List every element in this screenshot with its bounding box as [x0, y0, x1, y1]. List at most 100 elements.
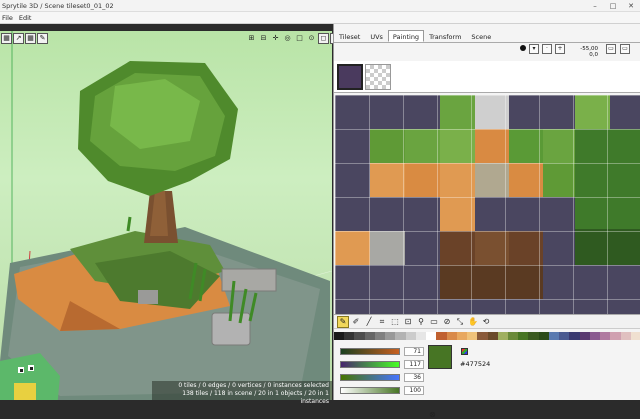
viewport-toolbar-left: ▦ ↗ ▦ ✎ — [0, 33, 48, 46]
menu-edit[interactable]: Edit — [19, 14, 32, 22]
rotate-icon[interactable]: ◎ — [282, 33, 293, 44]
red-value[interactable]: 71 — [404, 347, 424, 356]
color-mode-icon[interactable] — [461, 348, 468, 355]
palette-swatch[interactable] — [354, 332, 365, 340]
palette-swatch[interactable] — [559, 332, 570, 340]
frame-button[interactable]: ◻ — [318, 33, 329, 44]
palette-swatch[interactable] — [334, 332, 345, 340]
palette-swatch[interactable] — [446, 332, 457, 340]
title-bar: Sprytile 3D / Scene tileset0_01_02 – □ ✕ — [0, 0, 640, 12]
menu-bar: File Edit — [0, 12, 640, 24]
option-button[interactable]: · — [542, 44, 552, 54]
palette-swatch[interactable] — [548, 332, 560, 340]
palette-swatch[interactable] — [405, 332, 416, 340]
select-button[interactable]: ↗ — [13, 33, 24, 44]
maximize-button[interactable]: □ — [604, 0, 622, 12]
blue-slider[interactable] — [340, 374, 400, 381]
palette-swatch[interactable] — [456, 332, 468, 340]
split-icon[interactable]: ⊟ — [258, 33, 269, 44]
line-tool-icon[interactable]: ╱ — [363, 316, 375, 328]
palette-swatch[interactable] — [497, 332, 508, 340]
status-selection: 0 tiles / 0 edges / 0 vertices / 0 insta… — [178, 382, 329, 389]
rectangle-tool-icon[interactable]: ▭ — [428, 316, 440, 328]
status-totals: 138 tiles / 118 in scene / 20 in 1 objec… — [182, 390, 329, 405]
viewport-status: 0 tiles / 0 edges / 0 vertices / 0 insta… — [152, 381, 332, 405]
painting-controls: ▾ · + — [512, 44, 565, 54]
add-button[interactable]: + — [555, 44, 565, 54]
color-hex-value[interactable]: #477524 — [460, 360, 490, 368]
camera-icon[interactable]: ⊙ — [306, 33, 317, 44]
eraser-tool-icon[interactable]: ⊘ — [441, 316, 453, 328]
dropdown-button[interactable]: ▾ — [529, 44, 539, 54]
window-controls: – □ ✕ — [586, 0, 640, 12]
palette-swatch[interactable] — [374, 332, 386, 340]
palette-swatch[interactable] — [395, 332, 406, 340]
palette-swatch[interactable] — [415, 332, 427, 340]
palette-swatch[interactable] — [579, 332, 590, 340]
tileset-thumb-empty[interactable] — [365, 64, 391, 90]
extra-button[interactable]: ▭ — [620, 44, 630, 54]
blue-slider-row: 36 — [338, 372, 466, 385]
layout-icon[interactable]: ⊞ — [246, 33, 257, 44]
tab-tileset[interactable]: Tileset — [334, 30, 365, 42]
pencil-tool-icon[interactable]: ✎ — [337, 315, 349, 328]
palette-swatch[interactable] — [630, 332, 640, 340]
select-tool-icon[interactable]: ⊡ — [402, 316, 414, 328]
lasso-tool-icon[interactable]: ⚲ — [415, 316, 427, 328]
green-value[interactable]: 117 — [404, 360, 424, 369]
palette-swatch[interactable] — [610, 332, 621, 340]
tab-transform[interactable]: Transform — [424, 30, 466, 42]
palette-swatch[interactable] — [589, 332, 601, 340]
alpha-slider[interactable] — [340, 387, 400, 394]
palette-swatch[interactable] — [467, 332, 478, 340]
eyedropper-icon[interactable]: ⊗ — [429, 410, 436, 419]
palette-swatch[interactable] — [344, 332, 355, 340]
view-mode-button[interactable]: ▦ — [1, 33, 12, 44]
move-tool-icon[interactable]: ⤡ — [454, 316, 466, 328]
palette-swatch[interactable] — [620, 332, 631, 340]
green-slider[interactable] — [340, 361, 400, 368]
palette-swatch[interactable] — [364, 332, 375, 340]
tileset-list — [334, 61, 640, 93]
current-color-swatch[interactable] — [428, 345, 452, 369]
viewport-toolbar-right: ⊞ ⊟ ✛ ◎ □ ⊙ ◻ ☐ — [246, 33, 341, 46]
move-icon[interactable]: ✛ — [270, 33, 281, 44]
palette-swatch[interactable] — [518, 332, 529, 340]
palette-swatch[interactable] — [487, 332, 498, 340]
grid-button[interactable]: ▦ — [25, 33, 36, 44]
fill-tool-icon[interactable]: ⌗ — [376, 316, 388, 328]
rotate-tool-icon[interactable]: ⟲ — [480, 316, 492, 328]
panel-tabs: Tileset UVs Painting Transform Scene — [334, 30, 496, 42]
palette-swatch[interactable] — [385, 332, 396, 340]
tab-scene[interactable]: Scene — [466, 30, 496, 42]
tileset-canvas[interactable] — [335, 95, 640, 323]
red-slider[interactable] — [340, 348, 400, 355]
coordinates-readout: -55,00 0,0 — [580, 46, 598, 58]
settings-button[interactable]: ▭ — [606, 44, 616, 54]
minimize-button[interactable]: – — [586, 0, 604, 12]
close-button[interactable]: ✕ — [622, 0, 640, 12]
tileset-thumb-selected[interactable] — [337, 64, 363, 90]
tab-painting[interactable]: Painting — [387, 30, 425, 42]
rect-select-tool-icon[interactable]: ⬚ — [389, 316, 401, 328]
palette-swatch[interactable] — [569, 332, 580, 340]
tile-grid — [335, 95, 640, 323]
palette-swatch[interactable] — [600, 332, 611, 340]
tab-uvs[interactable]: UVs — [365, 30, 388, 42]
paint-button[interactable]: ✎ — [37, 33, 48, 44]
palette-swatch[interactable] — [507, 332, 519, 340]
hand-tool-icon[interactable]: ✋ — [467, 316, 479, 328]
viewport-3d[interactable] — [0, 31, 332, 400]
palette-swatch[interactable] — [436, 332, 447, 340]
app-window: Sprytile 3D / Scene tileset0_01_02 – □ ✕… — [0, 0, 640, 419]
palette-swatch[interactable] — [538, 332, 549, 340]
alpha-value[interactable]: 100 — [404, 386, 424, 395]
palette-swatch[interactable] — [477, 332, 488, 340]
palette-swatch[interactable] — [528, 332, 539, 340]
blue-value[interactable]: 36 — [404, 373, 424, 382]
brush-tool-icon[interactable]: ✐ — [350, 316, 362, 328]
menu-file[interactable]: File — [2, 14, 13, 22]
palette-swatch[interactable] — [426, 332, 437, 340]
scene-render — [0, 31, 332, 400]
scale-icon[interactable]: □ — [294, 33, 305, 44]
